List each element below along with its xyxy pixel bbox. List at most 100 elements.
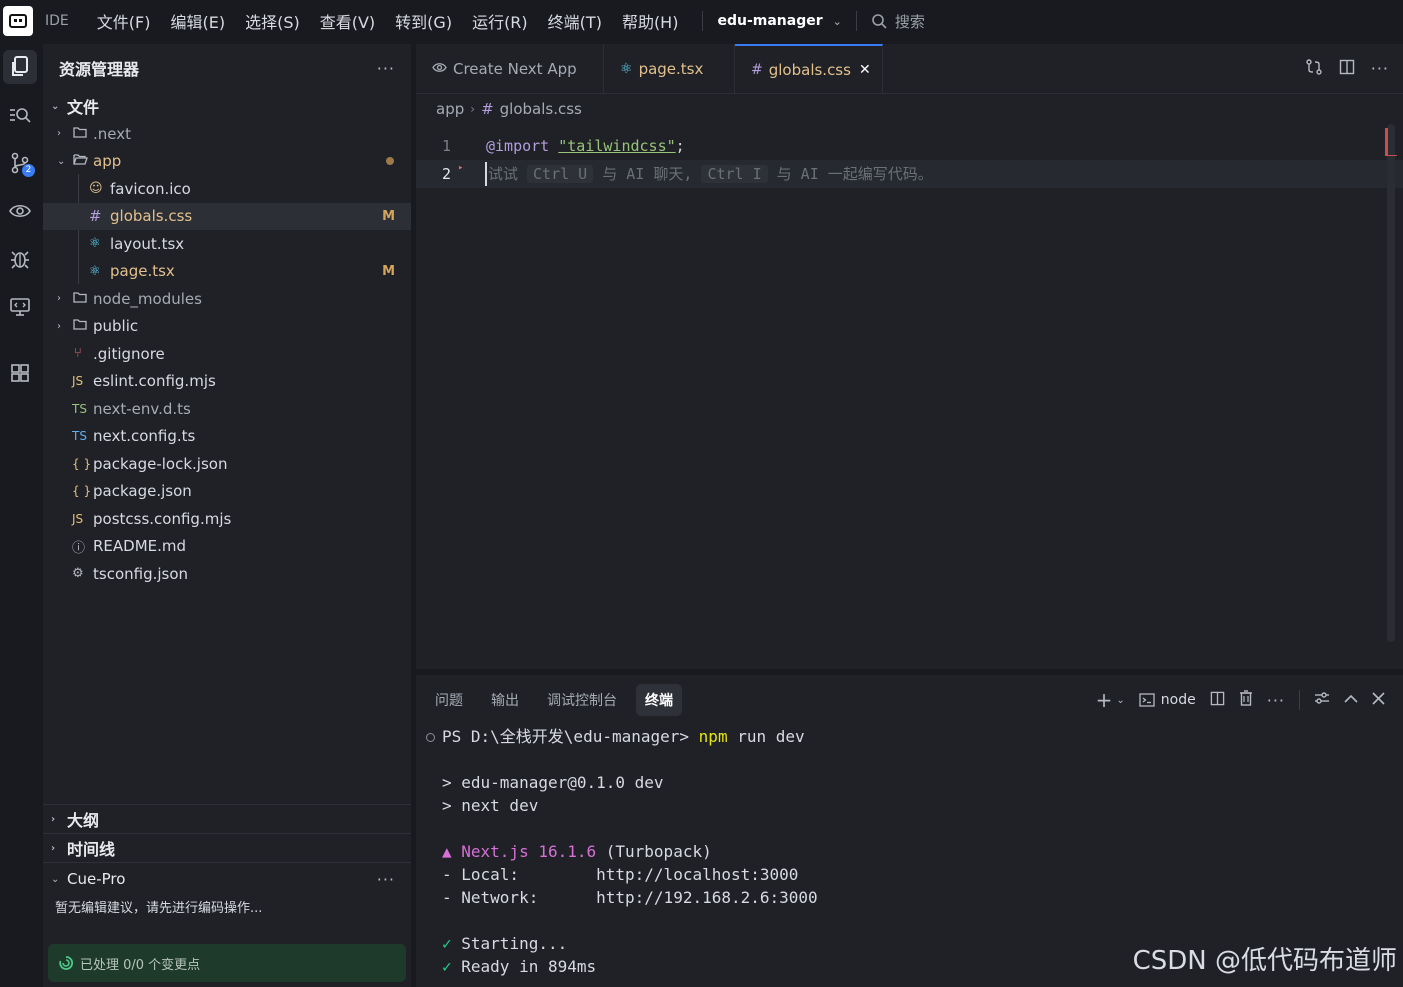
css-hash-icon: # — [89, 207, 102, 226]
tree-item-eslint-config[interactable]: JS eslint.config.mjs — [43, 368, 411, 396]
explorer-sidebar: 资源管理器 ··· ⌄ 文件 › .next ⌄ app ☺ favicon.i… — [43, 44, 411, 987]
source-control-icon[interactable]: 2 — [3, 146, 37, 180]
title-divider — [702, 11, 704, 31]
tree-item-label: .gitignore — [93, 344, 165, 363]
more-actions-icon[interactable]: ··· — [377, 59, 395, 78]
git-icon: ⑂ — [74, 346, 82, 362]
chevron-down-icon[interactable]: ⌄ — [833, 15, 842, 28]
tree-item-page-tsx[interactable]: ⚛ page.tsx M — [43, 258, 411, 286]
chevron-down-icon: ⌄ — [51, 873, 60, 885]
tree-item-tsconfig[interactable]: ⚙ tsconfig.json — [43, 560, 411, 588]
tree-item-node-modules[interactable]: › node_modules — [43, 285, 411, 313]
split-editor-icon[interactable] — [1339, 59, 1355, 79]
tree-item-label: .next — [93, 124, 131, 143]
tree-item-label: package-lock.json — [93, 454, 228, 473]
preview-eye-icon[interactable] — [3, 194, 37, 228]
terminal-line: > edu-manager@0.1.0 dev — [442, 773, 664, 792]
search-box[interactable]: 搜索 — [871, 11, 925, 32]
ts-icon: TS — [72, 401, 87, 416]
outline-section-header[interactable]: › 大纲 — [43, 805, 411, 833]
tab-terminal[interactable]: 终端 — [636, 684, 682, 716]
tree-item-postcss-config[interactable]: JS postcss.config.mjs — [43, 505, 411, 533]
editor-scrollbar[interactable] — [1387, 124, 1395, 642]
tab-problems[interactable]: 问题 — [426, 684, 472, 716]
explorer-header: 资源管理器 ··· — [43, 44, 411, 92]
menu-go[interactable]: 转到(G) — [395, 9, 452, 33]
close-panel-icon[interactable] — [1372, 691, 1385, 709]
tree-item-package-lock[interactable]: { } package-lock.json — [43, 450, 411, 478]
watermark: CSDN @低代码布道师 — [1132, 946, 1397, 976]
tree-item-label: app — [93, 152, 122, 171]
tab-page-tsx[interactable]: ⚛ page.tsx — [604, 44, 735, 93]
timeline-section-header[interactable]: › 时间线 — [43, 834, 411, 862]
editor-area: Create Next App ⚛ page.tsx # globals.css… — [416, 44, 1403, 669]
gear-icon: ⚙ — [72, 566, 84, 582]
tree-item-favicon[interactable]: ☺ favicon.ico — [43, 175, 411, 203]
modified-badge: M — [382, 208, 395, 224]
text-cursor — [485, 162, 487, 186]
tab-debug-console[interactable]: 调试控制台 — [538, 684, 626, 716]
files-section-header[interactable]: ⌄ 文件 — [43, 92, 411, 120]
terminal-icon — [1139, 693, 1155, 707]
menu-run[interactable]: 运行(R) — [472, 9, 528, 33]
tab-globals-css[interactable]: # globals.css ✕ — [735, 44, 883, 93]
tree-item-label: next-env.d.ts — [93, 399, 191, 418]
tab-label: Create Next App — [453, 59, 577, 78]
tab-create-next-app[interactable]: Create Next App — [416, 44, 604, 93]
chevron-down-icon[interactable]: ⌄ — [1116, 695, 1124, 706]
terminal-shell-selector[interactable]: node — [1139, 692, 1196, 708]
remote-monitor-icon[interactable] — [3, 290, 37, 324]
tree-item-public[interactable]: › public — [43, 313, 411, 341]
tree-item-label: package.json — [93, 482, 192, 501]
project-switcher[interactable]: edu-manager — [717, 13, 822, 29]
tree-item-package-json[interactable]: { } package.json — [43, 478, 411, 506]
code-line-1: 1 @import "tailwindcss"; — [416, 132, 1403, 160]
tree-item-globals-css[interactable]: # globals.css M — [43, 202, 411, 230]
breadcrumb-file[interactable]: globals.css — [500, 100, 582, 118]
split-terminal-icon[interactable] — [1210, 691, 1225, 710]
command-status-dot — [426, 733, 435, 742]
menu-view[interactable]: 查看(V) — [320, 9, 375, 33]
extensions-grid-icon[interactable] — [3, 356, 37, 390]
menu-file[interactable]: 文件(F) — [97, 9, 151, 33]
close-icon[interactable]: ✕ — [859, 62, 871, 78]
breadcrumb-folder[interactable]: app — [436, 100, 464, 118]
js-icon: JS — [72, 374, 84, 389]
tree-item-gitignore[interactable]: ⑂ .gitignore — [43, 340, 411, 368]
debug-bug-icon[interactable] — [3, 242, 37, 276]
search-panel-icon[interactable] — [3, 98, 37, 132]
cue-pro-status-box: 已处理 0/0 个变更点 — [48, 944, 406, 982]
panel-actions: + ⌄ node ··· — [1096, 688, 1403, 712]
more-actions-icon[interactable]: ··· — [377, 870, 395, 889]
more-actions-icon[interactable]: ··· — [1267, 691, 1285, 710]
line-number: 2 — [442, 165, 452, 183]
menu-help[interactable]: 帮助(H) — [622, 9, 679, 33]
tree-item-label: README.md — [93, 537, 187, 556]
trash-icon[interactable] — [1239, 690, 1253, 710]
cue-pro-section-header[interactable]: ⌄ Cue-Pro ··· — [43, 863, 411, 895]
tree-item-next-env[interactable]: TS next-env.d.ts — [43, 395, 411, 423]
terminal-line: - Network: http://192.168.2.6:3000 — [442, 888, 818, 907]
tab-label: globals.css — [768, 60, 851, 79]
tab-output[interactable]: 输出 — [482, 684, 528, 716]
tree-item-layout-tsx[interactable]: ⚛ layout.tsx — [43, 230, 411, 258]
menu-selection[interactable]: 选择(S) — [245, 9, 300, 33]
tree-item-readme[interactable]: ⓘ README.md — [43, 533, 411, 561]
maximize-panel-icon[interactable] — [1344, 692, 1358, 708]
compare-changes-icon[interactable] — [1305, 58, 1323, 80]
code-area[interactable]: 1 @import "tailwindcss"; 2 ▸ 试试 Ctrl U 与… — [416, 132, 1403, 188]
modified-badge: M — [382, 263, 395, 279]
tree-item-app[interactable]: ⌄ app — [43, 148, 411, 176]
new-terminal-icon[interactable]: + — [1096, 688, 1113, 712]
tree-item-next-config[interactable]: TS next.config.ts — [43, 423, 411, 451]
chevron-right-icon: › — [57, 320, 61, 332]
explorer-icon[interactable] — [3, 50, 37, 84]
more-actions-icon[interactable]: ··· — [1371, 59, 1389, 78]
settings-sliders-icon[interactable] — [1314, 691, 1330, 709]
menu-terminal[interactable]: 终端(T) — [548, 9, 602, 33]
tree-item-label: layout.tsx — [110, 234, 185, 253]
chevron-right-icon: › — [57, 293, 61, 305]
tree-item-next[interactable]: › .next — [43, 120, 411, 148]
menu-edit[interactable]: 编辑(E) — [170, 9, 225, 33]
chevron-right-icon: › — [51, 842, 56, 854]
